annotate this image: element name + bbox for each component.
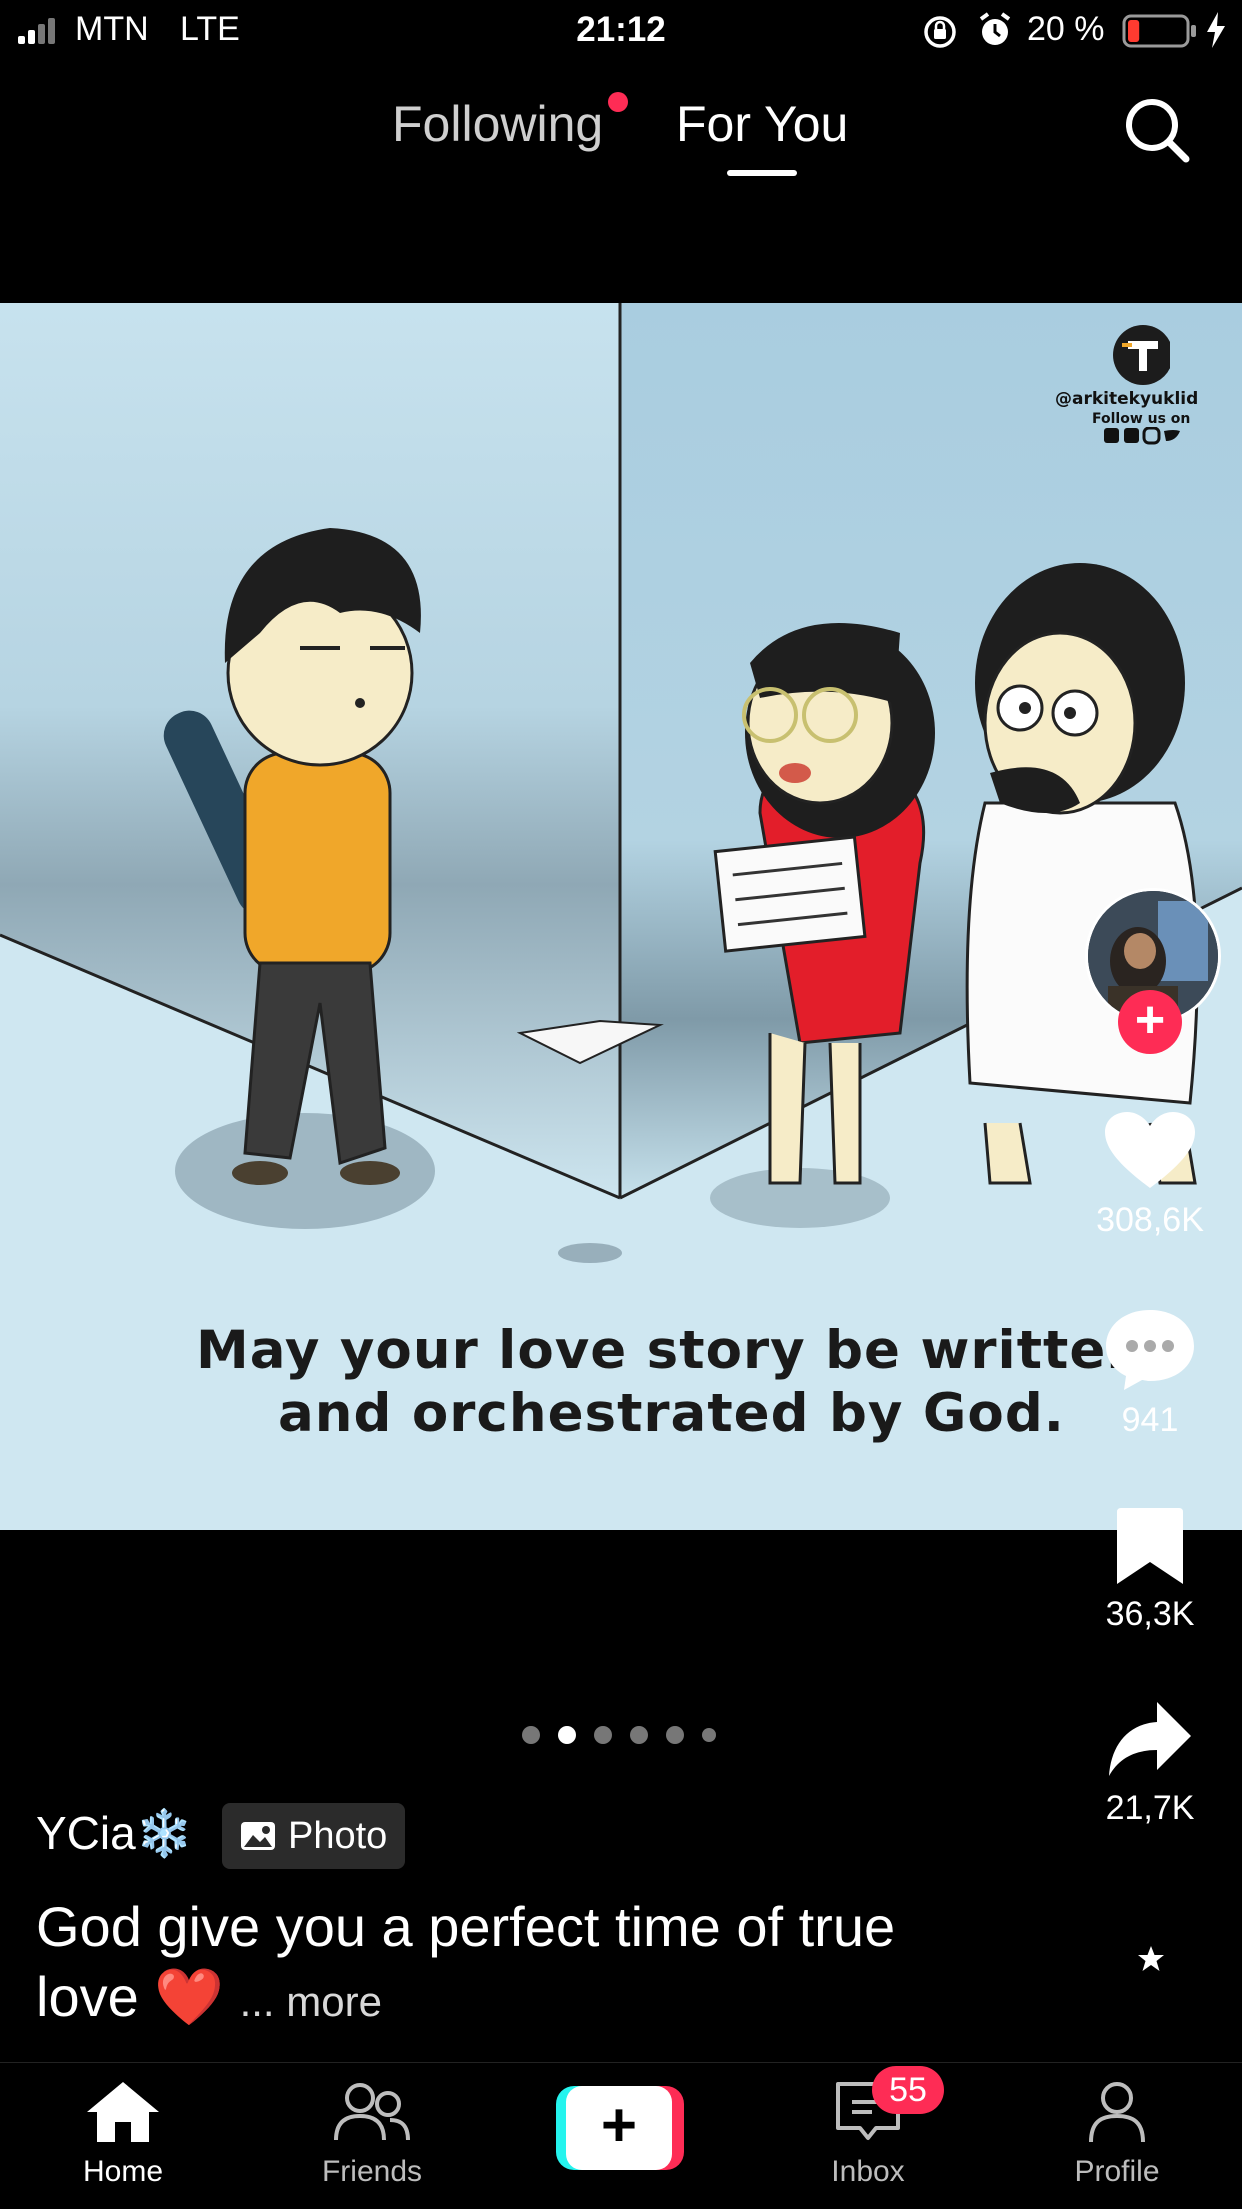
post-photo[interactable]: @arkitekyuklid Follow us on May your lov… [0,303,1242,1530]
save-button[interactable]: 36,3K [1082,1506,1218,1634]
heart-icon [1105,1112,1195,1188]
share-arrow-icon [1109,1702,1191,1776]
comment-count: 941 [1121,1401,1179,1439]
charging-bolt-icon [1207,12,1225,48]
comment-button[interactable]: 941 [1082,1308,1218,1440]
friends-icon [334,2083,410,2141]
author-username: YCia [36,1807,136,1859]
search-icon[interactable] [1122,95,1192,165]
bookmark-icon [1117,1508,1183,1584]
pagination-dot[interactable] [558,1726,576,1744]
author-name[interactable]: YCia❄️ [36,1806,193,1861]
plus-icon: + [566,2086,672,2170]
sound-star-icon[interactable] [1136,1944,1166,1974]
pagination-dot[interactable] [702,1728,716,1742]
battery-icon [1122,14,1196,48]
pagination-dot[interactable] [666,1726,684,1744]
nav-home[interactable]: Home [33,2080,213,2189]
tab-following[interactable]: Following [392,95,603,153]
social-icons [1104,427,1180,445]
watermark-handle: @arkitekyuklid [1055,389,1199,409]
home-icon [87,2082,159,2142]
selected-tab-indicator [727,170,797,176]
nav-friends[interactable]: Friends [282,2080,462,2189]
caption-heart-emoji: ❤️ [154,1965,225,2028]
pagination-dot[interactable] [594,1726,612,1744]
create-button[interactable]: + [556,2086,684,2170]
pagination-dot[interactable] [522,1726,540,1744]
comment-bubble-icon [1106,1310,1194,1390]
follow-button[interactable]: + [1118,990,1182,1054]
like-count: 308,6K [1096,1201,1204,1239]
inbox-unread-badge: 55 [872,2066,944,2114]
image-caption-line-2: and orchestrated by God. [278,1383,1065,1444]
nav-inbox-label: Inbox [831,2155,905,2188]
profile-icon [1089,2082,1145,2143]
photo-pagination[interactable] [522,1726,716,1744]
rotation-lock-icon [924,16,956,48]
like-button[interactable]: 308,6K [1082,1112,1218,1240]
alarm-icon [979,12,1011,45]
nav-profile[interactable]: Profile [1027,2080,1207,2189]
photo-badge-label: Photo [288,1814,388,1857]
share-button[interactable]: 21,7K [1082,1700,1218,1828]
author-emoji: ❄️ [135,1807,193,1859]
pagination-dot[interactable] [630,1726,648,1744]
tab-for-you[interactable]: For You [676,95,848,153]
nav-home-label: Home [82,2155,164,2188]
photo-badge: Photo [222,1803,406,1869]
following-notification-dot [608,92,628,112]
post-caption[interactable]: God give you a perfect time of true love… [36,1892,936,2037]
status-bar: MTN LTE 21:12 20 % [0,0,1242,60]
battery-percent: 20 % [1027,10,1105,48]
nav-profile-label: Profile [1074,2155,1160,2188]
save-count: 36,3K [1105,1595,1195,1633]
image-icon [241,1822,275,1850]
image-caption-line-1: May your love story be written [196,1320,1146,1381]
nav-friends-label: Friends [321,2155,423,2188]
caption-more-link[interactable]: ... more [240,1978,382,2025]
watermark-follow: Follow us on [1092,411,1191,427]
share-count: 21,7K [1105,1789,1195,1827]
